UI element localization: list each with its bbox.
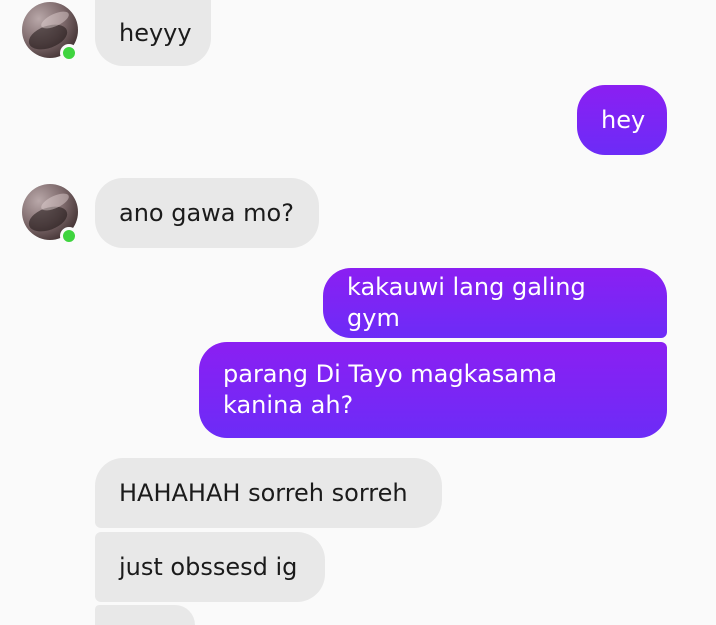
message-text: heyyy — [119, 18, 192, 47]
outgoing-message-bubble[interactable]: hey — [577, 85, 667, 155]
message-text: just obssesd ig — [119, 552, 298, 581]
incoming-message-bubble[interactable]: just obssesd ig — [95, 532, 325, 602]
message-text: kakauwi lang galing gym — [347, 273, 594, 332]
message-thread[interactable]: heyyy hey ano gawa mo? kakauwi lang gali… — [0, 0, 716, 625]
incoming-message-bubble-partial[interactable] — [95, 605, 195, 625]
incoming-message-bubble[interactable]: HAHAHAH sorreh sorreh — [95, 458, 442, 528]
online-status-icon — [60, 227, 78, 245]
outgoing-message-bubble[interactable]: kakauwi lang galing gym — [323, 268, 667, 338]
message-text: ano gawa mo? — [119, 198, 294, 227]
online-status-icon — [60, 44, 78, 62]
outgoing-message-bubble[interactable]: parang Di Tayo magkasama kanina ah? — [199, 342, 667, 438]
message-text: HAHAHAH sorreh sorreh — [119, 478, 408, 507]
incoming-message-bubble[interactable]: heyyy — [95, 0, 211, 66]
message-text: parang Di Tayo magkasama kanina ah? — [223, 360, 558, 419]
message-text: hey — [601, 105, 646, 134]
incoming-message-bubble[interactable]: ano gawa mo? — [95, 178, 319, 248]
